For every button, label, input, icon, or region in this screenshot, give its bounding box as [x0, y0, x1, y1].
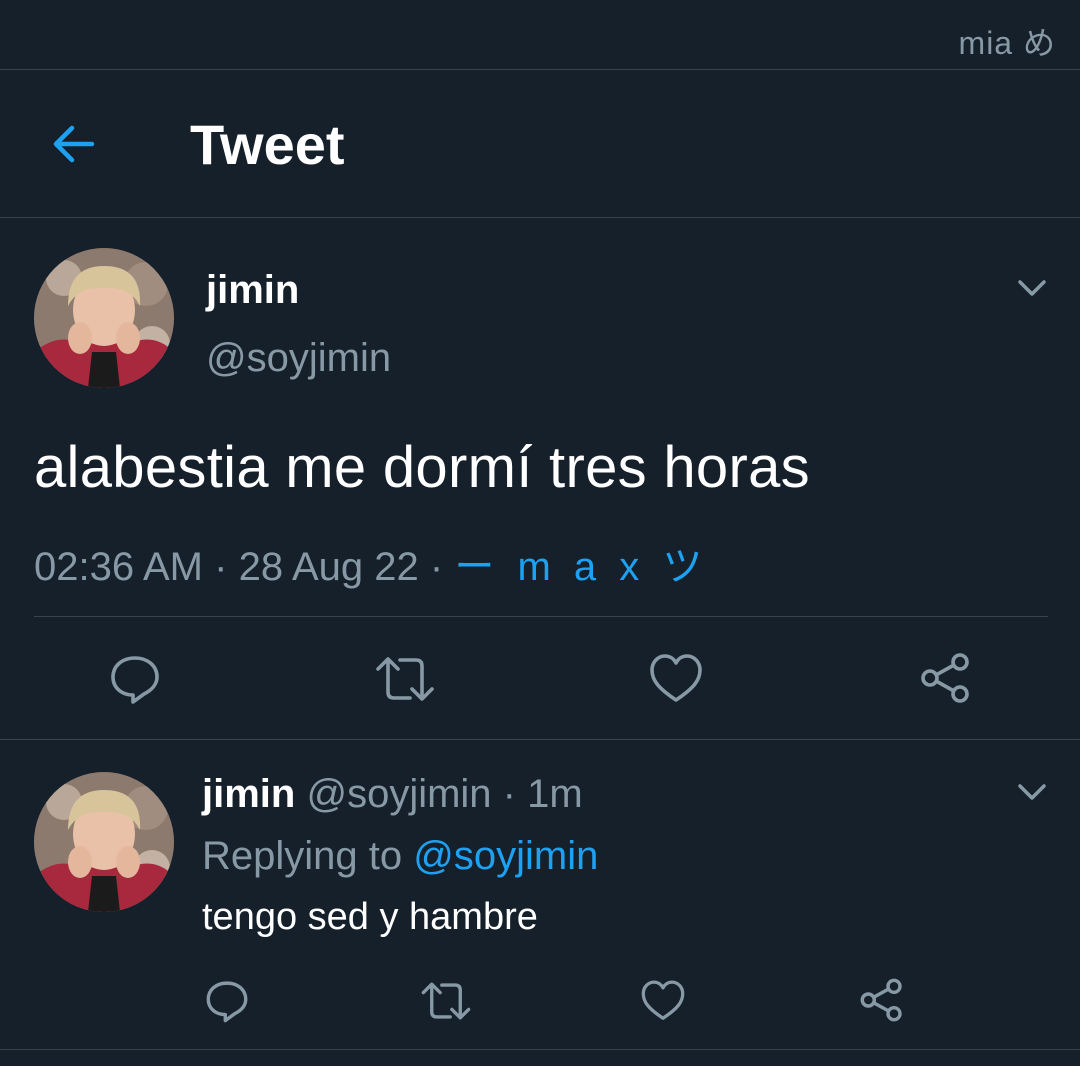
- tweet-detail-screen: mia め Tweet jimin @soyjimin alabestia me…: [0, 0, 1080, 1066]
- status-bar: mia め: [0, 0, 1080, 70]
- tweet-time: 02:36 AM: [34, 545, 204, 589]
- retweet-button[interactable]: [420, 978, 472, 1024]
- like-button[interactable]: [640, 978, 686, 1024]
- tweet-options-button[interactable]: [1014, 780, 1050, 804]
- meta-separator: ·: [214, 545, 228, 589]
- reply-button[interactable]: [204, 978, 250, 1024]
- share-button[interactable]: [858, 976, 906, 1024]
- avatar[interactable]: [34, 248, 174, 388]
- chevron-down-icon: [1018, 784, 1046, 800]
- tweet-time: 1m: [527, 772, 583, 816]
- share-icon: [860, 978, 902, 1022]
- replying-to: Replying to @soyjimin: [202, 834, 598, 879]
- replying-label: Replying to: [202, 834, 403, 878]
- author-handle[interactable]: @soyjimin: [206, 336, 391, 381]
- chevron-down-icon: [1018, 280, 1046, 296]
- back-button[interactable]: [44, 118, 104, 170]
- tweet-options-button[interactable]: [1014, 276, 1050, 300]
- tweet-source-link[interactable]: ー m a x ツ: [454, 545, 708, 589]
- reply-button[interactable]: [108, 652, 162, 706]
- author-handle[interactable]: @soyjimin: [306, 772, 491, 816]
- like-icon: [641, 980, 685, 1020]
- share-button[interactable]: [918, 650, 974, 706]
- reply-tweet[interactable]: jimin @soyjimin · 1m Replying to @soyjim…: [0, 740, 1080, 1050]
- tweet-actions: [0, 976, 1080, 1026]
- tweet-text: alabestia me dormí tres horas: [34, 435, 810, 500]
- like-button[interactable]: [648, 652, 704, 706]
- meta-separator: ·: [429, 545, 444, 589]
- divider: [34, 616, 1048, 617]
- main-tweet[interactable]: jimin @soyjimin alabestia me dormí tres …: [0, 218, 1080, 740]
- profile-photo: [34, 248, 174, 388]
- reply-icon: [111, 656, 159, 704]
- like-icon: [650, 654, 702, 702]
- retweet-icon: [376, 657, 434, 701]
- retweet-icon: [421, 982, 471, 1020]
- share-icon: [921, 653, 969, 703]
- arrow-left-icon: [53, 125, 95, 163]
- meta-separator: ·: [502, 772, 516, 816]
- author-name[interactable]: jimin: [202, 772, 295, 816]
- retweet-button[interactable]: [374, 652, 436, 706]
- page-title: Tweet: [190, 113, 345, 176]
- avatar[interactable]: [34, 772, 174, 912]
- tweet-text: tengo sed y hambre: [202, 896, 538, 938]
- reply-header: jimin @soyjimin · 1m: [202, 772, 583, 817]
- status-bar-text: mia め: [958, 25, 1056, 61]
- tweet-date: 28 Aug 22: [238, 545, 419, 589]
- mention-link[interactable]: @soyjimin: [413, 834, 598, 878]
- tweet-meta: 02:36 AM · 28 Aug 22 · ー m a x ツ: [34, 534, 708, 592]
- tweet-actions: [0, 648, 1080, 708]
- author-name[interactable]: jimin: [206, 268, 299, 313]
- profile-photo: [34, 772, 174, 912]
- top-app-bar: Tweet: [0, 70, 1080, 218]
- reply-icon: [206, 981, 248, 1023]
